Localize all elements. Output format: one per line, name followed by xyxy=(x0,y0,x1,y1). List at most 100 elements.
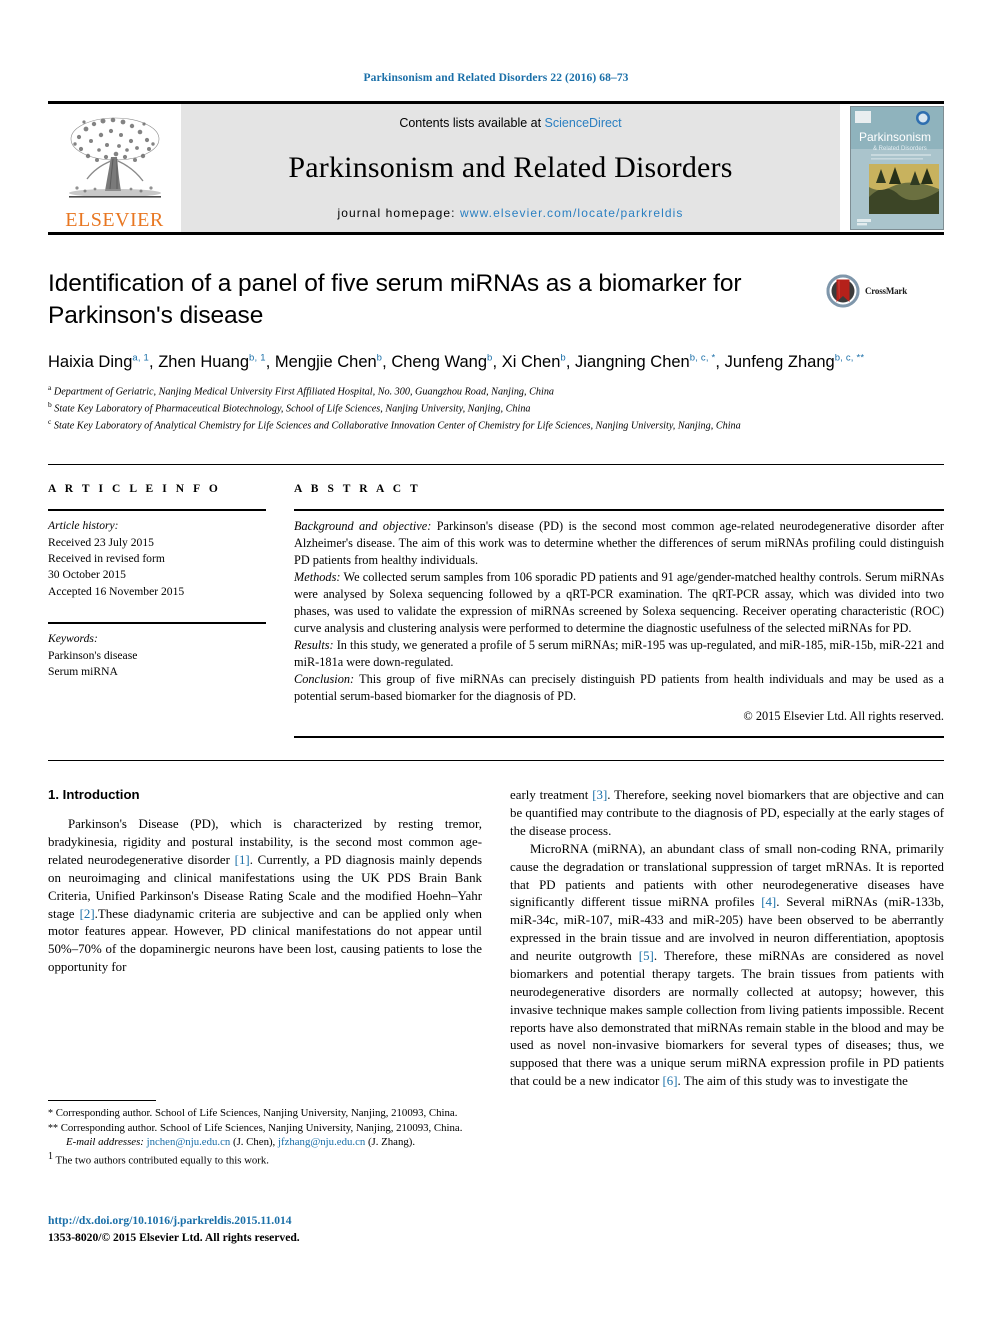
citation-ref-2[interactable]: [2] xyxy=(80,907,95,921)
affiliation-list: a Department of Geriatric, Nanjing Medic… xyxy=(48,383,944,434)
citation-ref-4[interactable]: [4] xyxy=(761,895,776,909)
author-item: Cheng Wangb xyxy=(391,353,492,372)
author-name: Xi Chen xyxy=(501,353,561,372)
elsevier-tree-icon xyxy=(68,117,161,198)
affiliation-item: b State Key Laboratory of Pharmaceutical… xyxy=(48,400,944,417)
email-link-zhang[interactable]: jfzhang@nju.edu.cn xyxy=(278,1136,365,1148)
homepage-prefix: journal homepage: xyxy=(337,206,461,220)
intro-text-c: .These diadynamic criteria are subjectiv… xyxy=(48,906,482,975)
abstract-bottom-rule xyxy=(294,736,944,739)
left-column: 1. Introduction Parkinson's Disease (PD)… xyxy=(48,787,482,1091)
mirna-text-c: . Therefore, these miRNAs are considered… xyxy=(510,949,944,1089)
affiliation-text: Department of Geriatric, Nanjing Medical… xyxy=(53,386,555,398)
author-name: Jiangning Chen xyxy=(575,353,690,372)
contents-prefix: Contents lists available at xyxy=(399,116,545,130)
article-history: Article history: Received 23 July 2015 R… xyxy=(48,518,266,600)
keyword-item: Serum miRNA xyxy=(48,665,118,679)
abstract-heading: A B S T R A C T xyxy=(294,483,421,496)
masthead-bottom-rule xyxy=(48,232,944,235)
email-label: E-mail addresses: xyxy=(66,1136,144,1149)
footnote-text: The two authors contributed equally to t… xyxy=(53,1154,270,1167)
masthead-center-panel: Contents lists available at ScienceDirec… xyxy=(181,104,840,232)
history-item: 30 October 2015 xyxy=(48,568,126,582)
footnote-corresponding-1: * Corresponding author. School of Life S… xyxy=(48,1106,482,1121)
contents-available-line: Contents lists available at ScienceDirec… xyxy=(399,116,621,130)
author-separator: , xyxy=(149,353,159,372)
abstract-methods-label: Methods: xyxy=(294,570,341,585)
issn-copyright-line: 1353-8020/© 2015 Elsevier Ltd. All right… xyxy=(48,1230,300,1244)
doi-link[interactable]: http://dx.doi.org/10.1016/j.parkreldis.2… xyxy=(48,1213,482,1230)
keyword-item: Parkinson's disease xyxy=(48,648,138,662)
journal-cover-thumbnail: Parkinsonism & Related Disorders xyxy=(840,104,944,232)
author-name: Haixia Ding xyxy=(48,353,133,372)
author-list: Haixia Dinga, 1, Zhen Huangb, 1, Mengjie… xyxy=(48,350,944,374)
author-name: Cheng Wang xyxy=(391,353,488,372)
author-separator: , xyxy=(492,353,502,372)
intro-cont-text-a: early treatment xyxy=(510,788,593,803)
page-title: Identification of a panel of five serum … xyxy=(48,270,742,330)
crossmark-label: CrossMark xyxy=(865,286,908,296)
title-area: Identification of a panel of five serum … xyxy=(48,268,944,332)
running-head: Parkinsonism and Related Disorders 22 (2… xyxy=(363,72,629,84)
intro-paragraph-1: Parkinson's Disease (PD), which is chara… xyxy=(48,816,482,977)
author-name: Zhen Huang xyxy=(158,353,250,372)
footnote-rule xyxy=(48,1100,156,1101)
abstract-results: Results: In this study, we generated a p… xyxy=(294,637,944,671)
affiliation-mark: c xyxy=(48,417,52,427)
crossmark-badge[interactable]: CrossMark xyxy=(826,268,944,308)
author-item: Jiangning Chenb, c, * xyxy=(575,352,716,372)
keywords-label: Keywords: xyxy=(48,632,98,646)
intro-paragraph-2: MicroRNA (miRNA), an abundant class of s… xyxy=(510,841,944,1091)
footnote-text: Corresponding author. School of Life Sci… xyxy=(58,1121,463,1134)
author-affil-mark: b, c, * xyxy=(689,352,716,364)
author-name: Mengjie Chen xyxy=(274,353,377,372)
citation-ref-1[interactable]: [1] xyxy=(235,853,250,867)
history-item: Received in revised form xyxy=(48,551,165,565)
doi-block: http://dx.doi.org/10.1016/j.parkreldis.2… xyxy=(48,1213,482,1247)
author-affil-mark: b, c, ** xyxy=(834,352,865,364)
footnote-block: * Corresponding author. School of Life S… xyxy=(48,1100,482,1168)
article-info-column: A R T I C L E I N F O Article history: R… xyxy=(48,483,266,738)
journal-homepage-link[interactable]: www.elsevier.com/locate/parkreldis xyxy=(460,206,683,220)
footnote-corresponding-2: ** Corresponding author. School of Life … xyxy=(48,1121,482,1136)
intro-paragraph-1-continued: early treatment [3]. Therefore, seeking … xyxy=(510,787,944,841)
abstract-results-text: In this study, we generated a profile of… xyxy=(294,638,944,670)
sciencedirect-link[interactable]: ScienceDirect xyxy=(545,116,622,130)
elsevier-logo: ELSEVIER xyxy=(48,104,181,232)
author-item: Mengjie Chenb xyxy=(274,353,382,372)
abstract-results-label: Results: xyxy=(294,638,334,653)
paper-page: Parkinsonism and Related Disorders 22 (2… xyxy=(0,0,992,1323)
affiliation-mark: a xyxy=(48,383,52,393)
author-separator: , xyxy=(382,353,392,372)
abstract-copyright: © 2015 Elsevier Ltd. All rights reserved… xyxy=(743,709,944,724)
citation-ref-5[interactable]: [5] xyxy=(639,949,654,963)
keywords-block: Keywords: Parkinson's disease Serum miRN… xyxy=(48,631,266,680)
author-separator: , xyxy=(265,353,275,372)
abstract-conclusion-label: Conclusion: xyxy=(294,672,355,687)
affiliation-item: a Department of Geriatric, Nanjing Medic… xyxy=(48,383,944,400)
affiliation-text: State Key Laboratory of Pharmaceutical B… xyxy=(54,403,531,415)
author-item: Haixia Dinga, 1 xyxy=(48,352,150,372)
abstract-background-label: Background and objective: xyxy=(294,519,432,534)
citation-ref-3[interactable]: [3] xyxy=(592,788,607,802)
article-info-rule xyxy=(48,509,266,512)
info-abstract-block: A R T I C L E I N F O Article history: R… xyxy=(48,464,944,739)
mirna-text-d: . The aim of this study was to investiga… xyxy=(677,1074,908,1089)
author-affil-mark: a, 1 xyxy=(132,352,150,364)
journal-homepage-line: journal homepage: www.elsevier.com/locat… xyxy=(337,206,683,220)
citation-ref-6[interactable]: [6] xyxy=(663,1074,678,1088)
email-link-chen[interactable]: jnchen@nju.edu.cn xyxy=(147,1136,231,1148)
abstract-rule xyxy=(294,509,944,512)
abstract-methods-text: We collected serum samples from 106 spor… xyxy=(294,570,944,636)
elsevier-wordmark: ELSEVIER xyxy=(65,209,164,231)
history-item: Accepted 16 November 2015 xyxy=(48,584,185,598)
abstract-conclusion: Conclusion: This group of five miRNAs ca… xyxy=(294,671,944,705)
right-column: early treatment [3]. Therefore, seeking … xyxy=(510,787,944,1091)
body-columns: 1. Introduction Parkinson's Disease (PD)… xyxy=(48,787,944,1091)
affiliation-text: State Key Laboratory of Analytical Chemi… xyxy=(53,420,741,432)
section-heading-introduction: 1. Introduction xyxy=(48,787,140,803)
abstract-body: Background and objective: Parkinson's di… xyxy=(294,518,944,705)
email-owner-chen: (J. Chen), xyxy=(230,1136,278,1149)
affiliation-mark: b xyxy=(48,400,52,410)
